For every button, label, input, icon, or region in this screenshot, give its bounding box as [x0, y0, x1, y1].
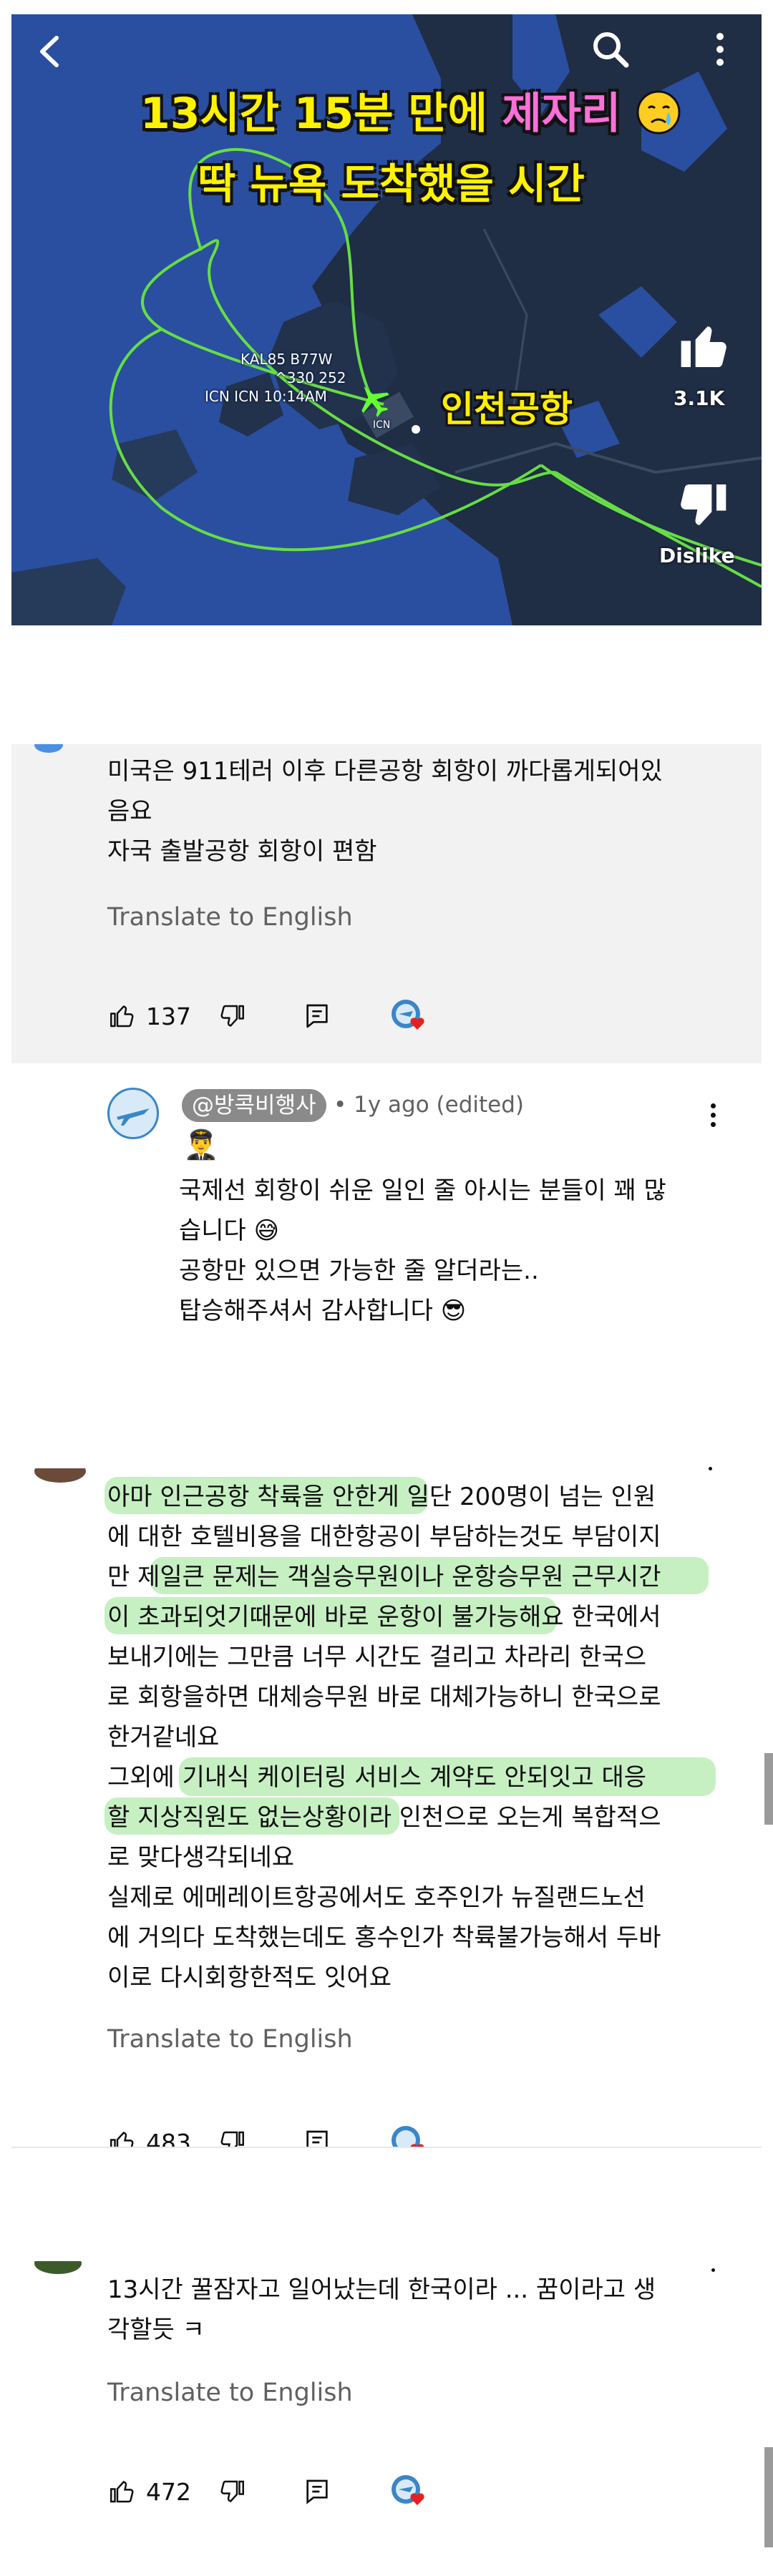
flight-label-altitude: ^330 252	[275, 369, 346, 386]
comment-body: 아마 인근공항 착륙을 안한게 일단 200명이 넘는 인원 에 대한 호텔비용…	[107, 1483, 661, 1992]
thumbs-down-icon	[681, 484, 726, 525]
dislike-button[interactable]	[217, 2127, 247, 2147]
flight-label-callsign: KAL85 B77W	[240, 351, 333, 368]
thumbs-down-icon	[220, 2480, 244, 2502]
reply-body: 국제선 회항이 쉬운 일인 줄 아시는 분들이 꽤 많 습니다 😅 공항만 있으…	[179, 1176, 666, 1325]
thumbs-up-icon	[110, 1005, 134, 1028]
translate-button[interactable]: Translate to English	[107, 2379, 353, 2407]
reply-button[interactable]	[303, 1002, 331, 1030]
search-button[interactable]	[585, 24, 636, 74]
dislike-button[interactable]	[217, 1001, 247, 1031]
comment-body: 미국은 911테러 이후 다른공항 회항이 까다롭게되어있 음요 자국 출발공항…	[107, 757, 663, 866]
back-arrow-icon	[40, 36, 59, 67]
avatar[interactable]	[34, 1468, 86, 1483]
comment-actions: 472	[107, 2470, 427, 2513]
video-dislike-label: Dislike	[659, 544, 735, 567]
back-button[interactable]	[27, 30, 70, 73]
video-player[interactable]: 13시간 15분 만에 제자리 딱 뉴욕 도착했을 시간 인천공항 KAL85 …	[11, 14, 762, 625]
comment-actions: 483	[107, 2121, 427, 2147]
comment-more-button[interactable]	[711, 2268, 715, 2272]
search-icon	[593, 32, 629, 68]
creator-heart	[389, 2472, 427, 2511]
video-like-button[interactable]	[673, 313, 737, 378]
more-vert-icon	[716, 33, 724, 66]
comment-body: 13시간 꿀잠자고 일어났는데 한국이라 ... 꿈이라고 생 각할듯 ㅋ	[107, 2275, 656, 2344]
like-count: 137	[146, 1002, 191, 1030]
reply-avatar[interactable]	[107, 1088, 159, 1139]
video-more-button[interactable]	[699, 24, 742, 74]
reply-button[interactable]	[303, 2477, 331, 2506]
like-count: 483	[146, 2128, 191, 2147]
author-handle-chip[interactable]: @방콕비행사	[182, 1089, 326, 1122]
reply-button[interactable]	[303, 2128, 331, 2147]
creator-heart-icon	[392, 1000, 424, 1030]
creator-heart	[389, 997, 427, 1035]
avatar[interactable]	[34, 744, 63, 753]
dislike-button[interactable]	[217, 2477, 247, 2507]
video-dislike-button[interactable]	[670, 474, 734, 538]
thumbs-up-icon	[110, 2132, 134, 2147]
reply-icon	[306, 2130, 328, 2147]
avatar[interactable]	[34, 2261, 82, 2274]
creator-heart-icon	[392, 2126, 424, 2147]
scrollbar[interactable]	[764, 2447, 773, 2547]
comment-actions: 137	[107, 995, 427, 1038]
comment-timestamp: • 1y ago (edited)	[334, 1092, 525, 1118]
like-button[interactable]: 472	[107, 2477, 191, 2507]
thumbs-down-icon	[220, 1005, 244, 1027]
video-caption-line1: 13시간 15분 만에 제자리	[140, 79, 681, 141]
airport-code-label: ICN	[373, 419, 391, 431]
reply-icon	[306, 2479, 328, 2504]
reply-icon	[306, 1004, 328, 1028]
video-caption-line2: 딱 뉴욕 도착했을 시간	[198, 160, 585, 208]
translate-button[interactable]: Translate to English	[107, 2025, 353, 2054]
airport-caption: 인천공항	[441, 389, 573, 430]
creator-heart-icon	[392, 2475, 424, 2505]
pilot-badge-emoji: 👨‍✈️	[183, 1128, 219, 1161]
comment-actions-clip: 483	[0, 2118, 773, 2147]
thumbs-up-icon	[681, 326, 726, 367]
comment-more-button[interactable]	[711, 1103, 716, 1127]
comment-more-button[interactable]	[709, 1467, 712, 1470]
like-button[interactable]: 137	[107, 1001, 191, 1031]
flight-label-route: ICN ICN 10:14AM	[205, 388, 327, 405]
translate-button[interactable]: Translate to English	[107, 903, 353, 932]
like-button[interactable]: 483	[107, 2127, 191, 2147]
thumbs-down-icon	[220, 2131, 244, 2147]
scrollbar[interactable]	[764, 1753, 773, 1825]
thumbs-up-icon	[110, 2481, 134, 2503]
airplane-avatar-icon	[117, 1108, 150, 1126]
divider	[11, 2147, 762, 2148]
like-count: 472	[146, 2477, 191, 2506]
creator-heart	[389, 2123, 427, 2147]
video-like-count: 3.1K	[674, 386, 725, 410]
crying-face-emoji	[636, 90, 681, 135]
